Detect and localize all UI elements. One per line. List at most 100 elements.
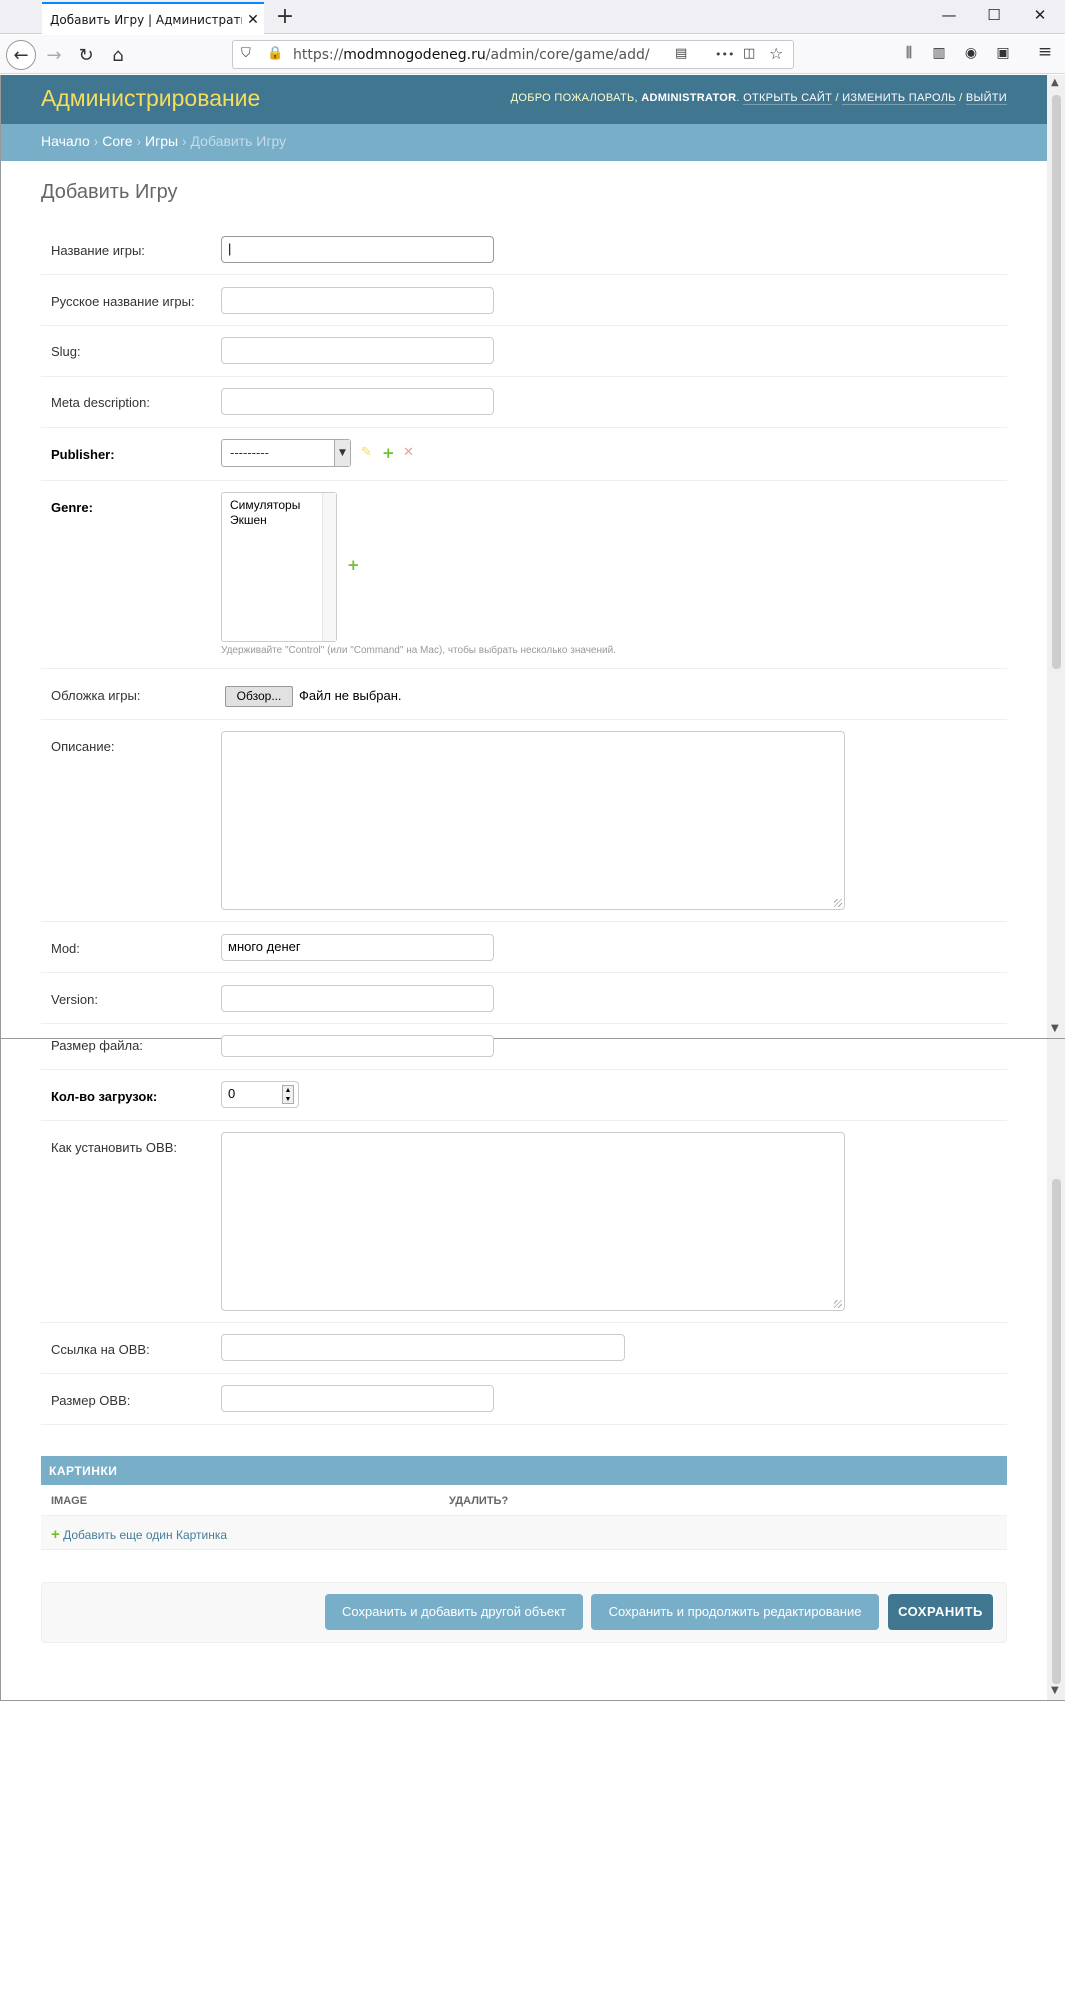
library-icon[interactable]: ⫼ [898,45,920,61]
breadcrumb-sep: › [178,133,191,149]
new-tab-button[interactable]: + [272,4,298,29]
view-site-link[interactable]: ОТКРЫТЬ САЙТ [743,92,833,105]
breadcrumb-app[interactable]: Core [102,133,132,149]
inline-columns: IMAGE УДАЛИТЬ? [41,1485,1007,1516]
more-actions-icon[interactable]: ••• [715,48,734,61]
name-label: Название игры: [51,243,145,258]
window-left-border [0,75,1,1701]
menu-icon[interactable]: ≡ [1034,42,1056,62]
col-delete: УДАЛИТЬ? [449,1495,509,1507]
form-row-name: Название игры: | [41,224,1007,275]
add-related-icon[interactable]: + [382,444,395,462]
genre-multiselect[interactable]: Симуляторы Экшен [221,492,337,642]
scroll-thumb[interactable] [1052,95,1061,669]
separator: / [832,92,843,104]
obb-howto-label: Как установить OBB: [51,1140,177,1155]
breadcrumb-model[interactable]: Игры [145,133,178,149]
browse-file-button[interactable]: Обзор... [225,686,293,707]
save-and-continue-button[interactable]: Сохранить и продолжить редактирование [591,1594,879,1630]
reload-icon[interactable]: ↻ [72,41,100,69]
bookmark-star-icon[interactable]: ☆ [769,44,783,63]
ru-name-label: Русское название игры: [51,294,195,309]
window-bottom-border [0,1700,1065,1701]
downloads-input[interactable]: 0 ▲ ▼ [221,1081,299,1108]
lock-icon[interactable]: 🔒 [267,46,283,61]
breadcrumb: Начало › Core › Игры › Добавить Игру [0,124,1047,161]
reader-view-icon[interactable]: ▤ [675,46,687,61]
slug-input[interactable] [221,337,494,364]
form-row-downloads: Кол-во загрузок: 0 ▲ ▼ [41,1070,1007,1121]
scroll-down-icon[interactable]: ▼ [1051,1685,1059,1696]
publisher-select[interactable]: --------- ▼ [221,439,351,467]
genre-option[interactable]: Экшен [230,513,328,528]
browser-tab[interactable]: Добавить Игру | Административ ✕ [42,2,264,35]
url-bar[interactable]: ⛉ 🔒 https://modmnogodeneg.ru/admin/core/… [232,40,794,69]
genre-option[interactable]: Симуляторы [230,498,328,513]
extension-icon[interactable]: ▣ [992,45,1014,61]
col-image: IMAGE [51,1495,88,1507]
inline-add-row: + Добавить еще один Картинка [41,1516,1007,1550]
scroll-up-icon[interactable]: ▲ [1051,77,1059,88]
obb-howto-textarea[interactable] [221,1132,845,1311]
home-icon[interactable]: ⌂ [104,41,132,69]
add-genre-icon[interactable]: + [347,556,360,574]
publisher-label: Publisher: [51,447,115,462]
page-scrollbar-bottom[interactable]: ▼ [1047,1039,1065,1701]
resize-grip-icon[interactable] [834,1300,842,1308]
pocket-icon[interactable]: ◫ [743,46,755,61]
breadcrumb-sep: › [89,133,103,149]
change-password-link[interactable]: ИЗМЕНИТЬ ПАРОЛЬ [842,92,956,105]
inline-group-header: КАРТИНКИ [41,1456,1007,1485]
tab-close-icon[interactable]: ✕ [242,12,264,28]
add-another-link[interactable]: Добавить еще один Картинка [63,1528,227,1542]
form-row-description: Описание: [41,720,1007,922]
add-icon[interactable]: + [51,1526,60,1543]
browser-nav-bar: ← → ↻ ⌂ ⛉ 🔒 https://modmnogodeneg.ru/adm… [0,35,1065,74]
logout-link[interactable]: ВЫЙТИ [965,92,1007,105]
delete-related-icon[interactable]: ✕ [403,445,414,460]
stepper-icon[interactable]: ▲ ▼ [282,1085,294,1104]
sidebar-icon[interactable]: ▥ [928,45,950,61]
breadcrumb-sep: › [132,133,146,149]
window-close-icon[interactable]: ✕ [1025,6,1055,24]
version-input[interactable] [221,985,494,1012]
url-scheme: https:// [293,46,344,63]
minimize-icon[interactable]: — [934,6,964,24]
obb-size-input[interactable] [221,1385,494,1412]
chevron-down-icon: ▼ [334,440,350,466]
obb-link-input[interactable] [221,1334,625,1361]
obb-link-label: Ссылка на OBB: [51,1342,150,1357]
file-size-input[interactable] [221,1035,494,1057]
username: ADMINISTRATOR [641,92,737,104]
genre-scrollbar[interactable] [322,493,336,641]
scroll-thumb[interactable] [1052,1179,1061,1684]
forward-arrow-icon[interactable]: → [40,41,68,69]
edit-pencil-icon[interactable]: ✎ [361,445,372,460]
form-row-obb-howto: Как установить OBB: [41,1121,1007,1323]
separator: / [955,92,966,104]
browser-tab-bar: Добавить Игру | Административ ✕ + — ☐ ✕ [0,0,1065,35]
description-textarea[interactable] [221,731,845,910]
maximize-icon[interactable]: ☐ [979,6,1009,24]
meta-input[interactable] [221,388,494,415]
shield-icon[interactable]: ⛉ [241,46,251,61]
name-input[interactable]: | [221,236,494,263]
back-arrow-icon[interactable]: ← [6,40,36,70]
ru-name-input[interactable] [221,287,494,314]
site-brand[interactable]: Администрирование [41,85,260,112]
tab-title: Добавить Игру | Административ [50,12,242,27]
mod-input[interactable]: много денег [221,934,494,961]
url-text[interactable]: https://modmnogodeneg.ru/admin/core/game… [293,47,650,63]
mod-label: Mod: [51,941,80,956]
form-row-file-size: Размер файла: [41,1024,1007,1070]
description-label: Описание: [51,739,115,754]
save-button[interactable]: СОХРАНИТЬ [888,1594,993,1630]
account-icon[interactable]: ◉ [960,45,982,61]
resize-grip-icon[interactable] [834,899,842,907]
form-row-slug: Slug: [41,326,1007,377]
breadcrumb-home[interactable]: Начало [41,133,90,149]
file-size-label: Размер файла: [51,1038,143,1053]
page-scrollbar-top[interactable]: ▲ ▼ [1047,75,1065,1038]
save-and-add-button[interactable]: Сохранить и добавить другой объект [325,1594,583,1630]
scroll-down-icon[interactable]: ▼ [1051,1023,1059,1034]
